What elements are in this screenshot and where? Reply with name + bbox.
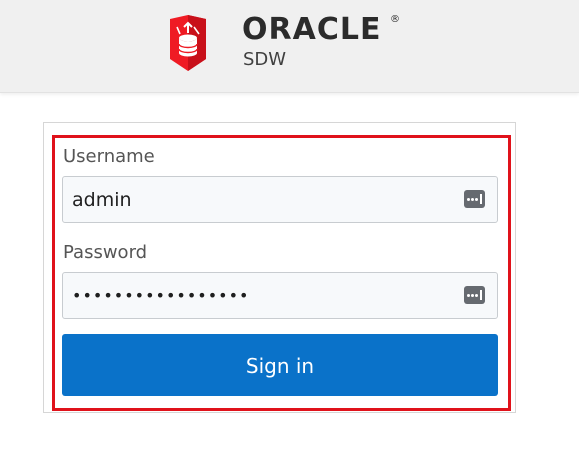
registered-mark: ®	[390, 14, 400, 25]
username-label: Username	[63, 146, 155, 167]
username-input[interactable]	[63, 177, 462, 222]
username-field[interactable]	[62, 176, 498, 223]
oracle-wordmark: ORACLE	[242, 12, 382, 47]
product-name: SDW	[243, 49, 287, 70]
header-bar: ORACLE ® SDW	[0, 0, 579, 93]
password-field[interactable]	[62, 272, 498, 319]
password-manager-key-icon[interactable]	[464, 286, 485, 304]
password-manager-key-icon[interactable]	[464, 190, 485, 208]
sign-in-button[interactable]: Sign in	[62, 334, 498, 396]
password-input[interactable]	[63, 273, 462, 318]
password-label: Password	[63, 242, 148, 263]
shield-database-icon	[170, 15, 206, 71]
